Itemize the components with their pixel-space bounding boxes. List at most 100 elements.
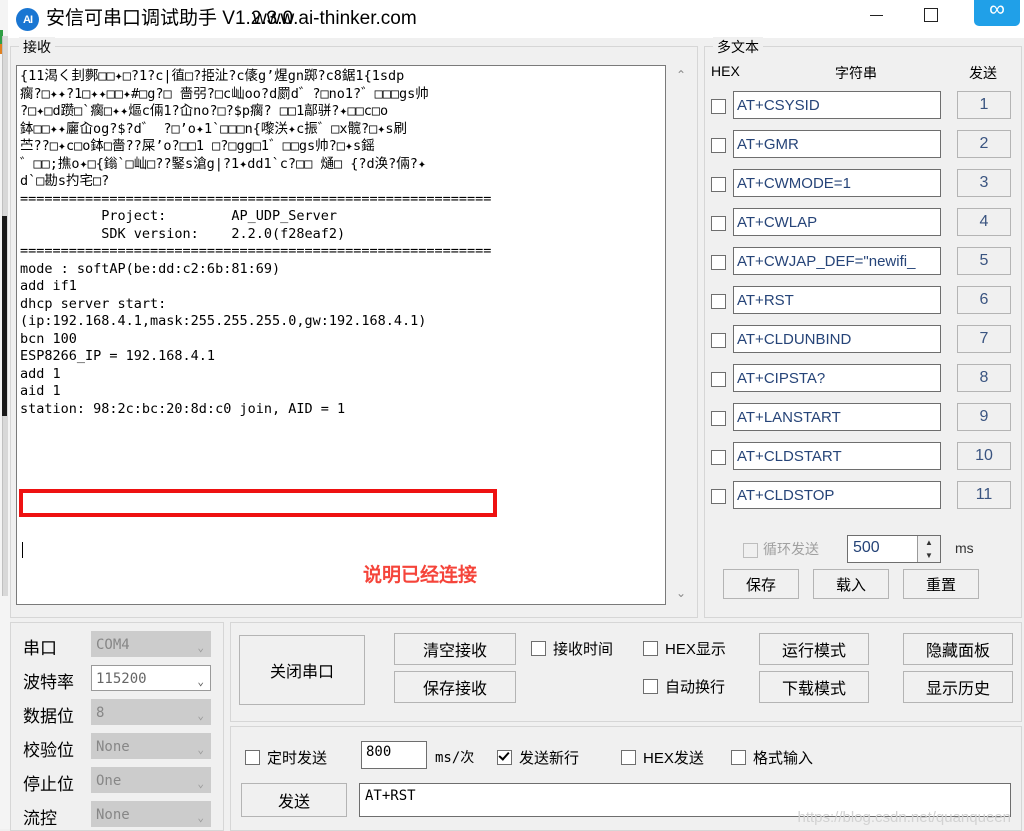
hex-send-checkbox-row[interactable]: HEX发送 [621,747,704,768]
hex-display-checkbox[interactable] [643,641,658,656]
timed-send-label: 定时发送 [267,750,328,767]
maximize-button[interactable] [908,0,954,30]
multitext-command-input[interactable]: AT+CSYSID [733,91,941,119]
multitext-command-input[interactable]: AT+CLDUNBIND [733,325,941,353]
multitext-command-input[interactable]: AT+RST [733,286,941,314]
multitext-hex-checkbox[interactable] [711,489,726,504]
minimize-icon [869,14,883,16]
send-interval-input[interactable]: 800 [361,741,427,769]
receive-group-title: 接收 [19,37,55,57]
download-mode-button[interactable]: 下载模式 [759,671,869,703]
chevron-down-icon: ⌄ [197,743,204,756]
multitext-command-input[interactable]: AT+CWJAP_DEF="newifi_ [733,247,941,275]
chevron-down-icon: ⌄ [197,641,204,654]
multitext-command-input[interactable]: AT+CLDSTART [733,442,941,470]
save-button[interactable]: 保存 [723,569,799,599]
multitext-hex-checkbox[interactable] [711,294,726,309]
clear-receive-button[interactable]: 清空接收 [394,633,516,665]
stepper-up-icon[interactable]: ▲ [918,536,940,549]
multitext-send-button-2[interactable]: 2 [957,130,1011,158]
close-port-button[interactable]: 关闭串口 [239,635,365,705]
loop-interval-stepper[interactable]: 500 ▲ ▼ [847,535,941,563]
send-panel: 定时发送 800 ms/次 发送新行 HEX发送 格式输入 发送 AT+RST … [230,726,1022,831]
serial-setting-value: COM4 [96,637,130,653]
receive-scrollbar[interactable]: ⌃ ⌄ [670,65,692,603]
app-url: www.ai-thinker.com [253,8,417,29]
serial-setting-label: 校验位 [23,741,74,760]
scroll-up-icon[interactable]: ⌃ [670,65,692,85]
loop-send-row: 循环发送 500 ▲ ▼ ms [743,535,1013,565]
format-input-checkbox-row[interactable]: 格式输入 [731,747,813,768]
reset-button[interactable]: 重置 [903,569,979,599]
multitext-hex-checkbox[interactable] [711,177,726,192]
receive-textarea[interactable]: {11渴く刲鄸□□✦□?1?c|徝□?挋沚?c㒅g’煋gn踯?c8鋸1{1sdp… [16,65,666,605]
multitext-send-button-3[interactable]: 3 [957,169,1011,197]
loop-send-label: 循环发送 [763,541,819,557]
multitext-hex-checkbox[interactable] [711,255,726,270]
multitext-command-input[interactable]: AT+CLDSTOP [733,481,941,509]
multitext-command-input[interactable]: AT+CWLAP [733,208,941,236]
newline-checkbox[interactable] [497,750,512,765]
auto-wrap-label: 自动换行 [665,679,726,696]
multitext-send-button-8[interactable]: 8 [957,364,1011,392]
multitext-hex-checkbox[interactable] [711,411,726,426]
serial-setting-value: One [96,773,122,789]
multitext-row: AT+CLDSTART 10 [711,442,1011,472]
hex-display-checkbox-row[interactable]: HEX显示 [643,638,726,659]
serial-setting-row: 校验位 None ⌄ [23,733,213,761]
recv-time-checkbox[interactable] [531,641,546,656]
send-button[interactable]: 发送 [241,783,347,817]
serial-setting-row: 波特率 115200 ⌄ [23,665,213,693]
multitext-send-button-11[interactable]: 11 [957,481,1011,509]
multitext-hex-checkbox[interactable] [711,99,726,114]
app-logo-icon: AI [16,8,39,31]
timed-send-checkbox-row[interactable]: 定时发送 [245,747,327,768]
loop-interval-value: 500 [853,539,880,556]
loop-send-checkbox[interactable] [743,543,758,558]
multitext-command-input[interactable]: AT+GMR [733,130,941,158]
multitext-send-button-1[interactable]: 1 [957,91,1011,119]
load-button[interactable]: 载入 [813,569,889,599]
timed-send-checkbox[interactable] [245,750,260,765]
receive-panel: 接收 {11渴く刲鄸□□✦□?1?c|徝□?挋沚?c㒅g’煋gn踯?c8鋸1{1… [10,37,698,618]
hide-panel-button[interactable]: 隐藏面板 [903,633,1013,665]
format-input-checkbox[interactable] [731,750,746,765]
infinity-badge-icon[interactable]: ∞ [974,0,1020,26]
multitext-command-input[interactable]: AT+CWMODE=1 [733,169,941,197]
multitext-panel: 多文本 HEX 字符串 发送 AT+CSYSID 1 AT+GMR 2 AT+CWMOD… [704,37,1022,618]
run-mode-button[interactable]: 运行模式 [759,633,869,665]
serial-setting-label: 串口 [23,639,57,658]
multitext-row: AT+CWJAP_DEF="newifi_ 5 [711,247,1011,277]
stepper-buttons[interactable]: ▲ ▼ [917,536,940,562]
auto-wrap-checkbox-row[interactable]: 自动换行 [643,676,725,697]
hex-send-checkbox[interactable] [621,750,636,765]
highlight-rectangle-annotation [19,489,497,517]
multitext-hex-checkbox[interactable] [711,372,726,387]
multitext-hex-checkbox[interactable] [711,333,726,348]
multitext-hex-checkbox[interactable] [711,216,726,231]
multitext-command-input[interactable]: AT+LANSTART [733,403,941,431]
receive-text-content: {11渴く刲鄸□□✦□?1?c|徝□?挋沚?c㒅g’煋gn踯?c8鋸1{1sdp… [20,68,492,417]
auto-wrap-checkbox[interactable] [643,679,658,694]
multitext-send-button-7[interactable]: 7 [957,325,1011,353]
serial-setting-label: 数据位 [23,707,74,726]
serial-setting-dropdown[interactable]: 115200 ⌄ [91,665,211,691]
show-history-button[interactable]: 显示历史 [903,671,1013,703]
minimize-button[interactable] [853,0,899,30]
scroll-down-icon[interactable]: ⌄ [670,583,692,603]
multitext-hex-checkbox[interactable] [711,450,726,465]
stepper-down-icon[interactable]: ▼ [918,549,940,562]
save-receive-button[interactable]: 保存接收 [394,671,516,703]
serial-setting-row: 数据位 8 ⌄ [23,699,213,727]
red-annotation-text: 说明已经连接 [363,565,478,586]
multitext-send-button-4[interactable]: 4 [957,208,1011,236]
recv-time-checkbox-row[interactable]: 接收时间 [531,638,613,659]
multitext-send-button-9[interactable]: 9 [957,403,1011,431]
multitext-hex-checkbox[interactable] [711,138,726,153]
multitext-send-button-10[interactable]: 10 [957,442,1011,470]
serial-setting-dropdown: None ⌄ [91,801,211,827]
multitext-send-button-6[interactable]: 6 [957,286,1011,314]
multitext-command-input[interactable]: AT+CIPSTA? [733,364,941,392]
newline-checkbox-row[interactable]: 发送新行 [497,747,579,768]
multitext-send-button-5[interactable]: 5 [957,247,1011,275]
